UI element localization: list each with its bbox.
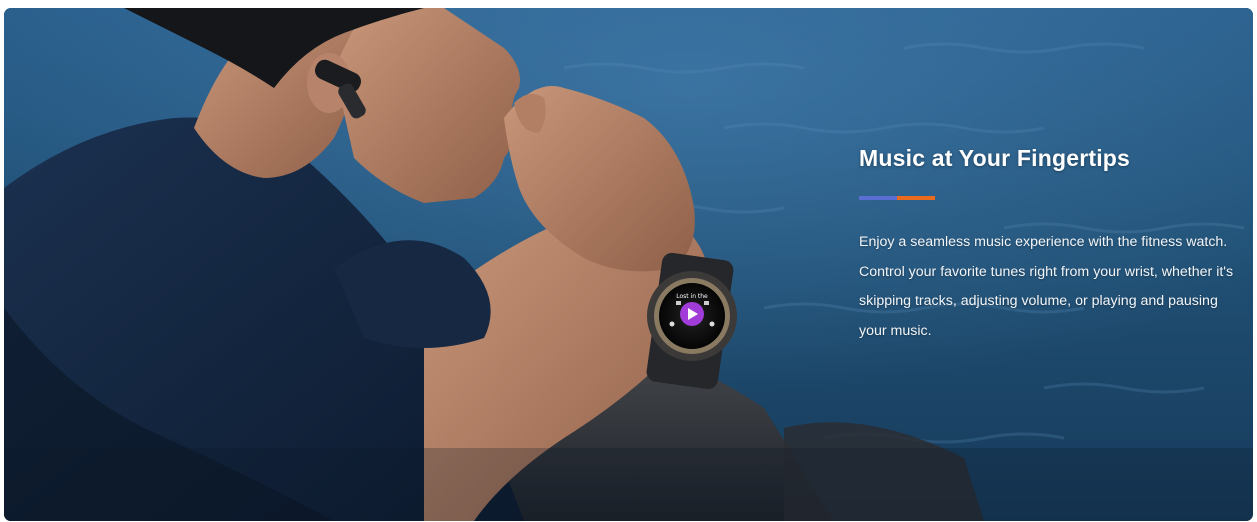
- accent-divider-orange: [897, 196, 935, 200]
- feature-copy: Music at Your Fingertips Enjoy a seamles…: [859, 138, 1249, 346]
- watch-song-label: Lost in the: [676, 293, 708, 300]
- feature-title: Music at Your Fingertips: [859, 145, 1131, 171]
- accent-divider-blue: [859, 196, 897, 200]
- accent-divider: [859, 196, 935, 200]
- feature-description: Enjoy a seamless music experience with t…: [859, 234, 1234, 339]
- feature-banner: Lost in the Music at Your Fingertips Enj…: [4, 8, 1253, 521]
